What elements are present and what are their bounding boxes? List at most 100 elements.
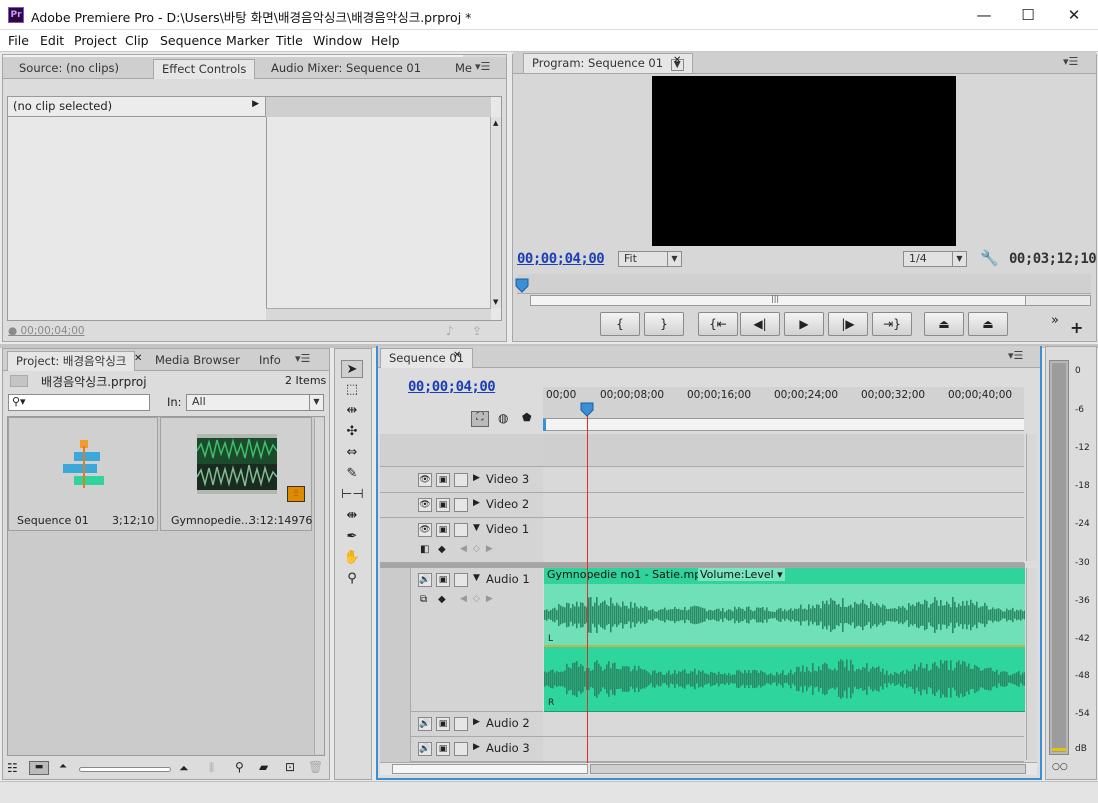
thumbnail-zoom-slider[interactable] [79,767,171,772]
minimize-button[interactable]: — [961,0,1007,30]
program-zoom-scrollbar[interactable]: ||| [530,294,1091,306]
step-forward-button[interactable]: |▶ [828,312,868,336]
lock-icon[interactable] [454,717,468,731]
timeline-current-timecode[interactable]: 00;00;04;00 [408,379,496,395]
tab-effect-controls[interactable]: Effect Controls [153,59,256,79]
eye-icon[interactable]: 👁 [418,473,432,487]
rolling-edit-tool-icon[interactable]: ✣ [341,423,363,441]
project-panel-menu-icon[interactable]: ▾☰ [295,352,310,365]
tab-info[interactable]: Info [251,351,289,371]
set-marker-icon[interactable]: ⬟ [522,411,532,424]
step-back-button[interactable]: ◀| [740,312,780,336]
find-icon[interactable]: ⚲ [235,760,244,774]
ec-timecode[interactable]: ● 00;00;04;00 [8,325,85,337]
expand-track-icon[interactable]: ▶ [473,742,480,752]
more-buttons-icon[interactable]: » [1051,313,1059,328]
waveform-display-icon[interactable]: ⧉ [420,594,427,605]
program-current-timecode[interactable]: 00;00;04;00 [517,251,605,267]
speaker-icon[interactable]: 🔊 [418,742,432,756]
track-audio3[interactable] [543,737,1024,762]
new-bin-icon[interactable]: ▰ [259,760,268,774]
slide-tool-icon[interactable]: ⇼ [341,507,363,525]
collapse-track-icon[interactable]: ▼ [473,523,480,533]
wrench-icon[interactable]: 🔧 [980,249,999,267]
eye-icon[interactable]: 👁 [418,498,432,512]
tab-project[interactable]: Project: 배경음악싱크 [7,351,136,371]
maximize-button[interactable]: ☐ [1005,0,1051,30]
menu-sequence[interactable]: Sequence [160,33,222,48]
eye-icon[interactable]: 👁 [418,523,432,537]
audio-tracks-scrollbar[interactable] [1026,568,1037,760]
slip-tool-icon[interactable]: ⊢⊣ [341,486,364,504]
lock-icon[interactable] [454,742,468,756]
lock-icon[interactable] [454,498,468,512]
ec-horizontal-scrollbar[interactable] [266,308,491,320]
close-tab-icon[interactable]: ✕ [673,55,681,66]
lock-icon[interactable] [454,523,468,537]
track-video1[interactable] [543,518,1024,563]
keyframe-icon[interactable]: ◆ [438,594,446,605]
menu-file[interactable]: File [8,33,29,48]
mark-in-button[interactable]: { [600,312,640,336]
program-playhead-icon[interactable] [515,278,529,296]
program-time-ruler[interactable] [517,274,1091,294]
zoom-tool-icon[interactable]: ⚲ [341,570,363,588]
speaker-icon[interactable]: 🔊 [418,717,432,731]
close-button[interactable]: ✕ [1051,0,1097,30]
expand-track-icon[interactable]: ▶ [473,498,480,508]
project-item-audio[interactable]: ⫶⫶ Gymnopedie... 3:12:14976 [160,417,312,531]
solo-buttons-icon[interactable]: ○○ [1052,762,1068,772]
tab-media-browser[interactable]: Media Browser [147,351,248,371]
selection-tool-icon[interactable]: ➤ [341,360,363,378]
list-view-icon[interactable]: ☷ [7,761,18,775]
new-item-icon[interactable]: ⊡ [285,760,295,774]
mark-out-button[interactable]: } [644,312,684,336]
speaker-icon[interactable]: 🔊 [418,573,432,587]
track-video3[interactable] [543,467,1024,493]
keyframe-icon[interactable]: ◆ [438,544,446,555]
keyframe-nav-icon[interactable]: ◀◇▶ [460,544,499,554]
collapse-track-icon[interactable]: ▼ [473,573,480,583]
menu-project[interactable]: Project [74,33,117,48]
hand-tool-icon[interactable]: ✋ [341,549,363,567]
close-tab-icon[interactable]: ✕ [453,350,461,361]
track-header-video1[interactable]: 👁 ▣ ▼ Video 1 ◧ ◆ ◀◇▶ [380,518,543,563]
menu-clip[interactable]: Clip [125,33,149,48]
track-header-video2[interactable]: 👁 ▣ ▶ Video 2 [380,493,543,518]
sync-icon[interactable]: ▣ [436,573,450,587]
track-select-tool-icon[interactable]: ⬚ [341,381,363,399]
menu-window[interactable]: Window [313,33,362,48]
razor-tool-icon[interactable]: ✎ [341,465,363,483]
menu-edit[interactable]: Edit [40,33,64,48]
snap-icon[interactable]: ⛶ [471,411,489,427]
track-header-video3[interactable]: 👁 ▣ ▶ Video 3 [380,467,543,493]
expand-track-icon[interactable]: ▶ [473,473,480,483]
project-bin-scrollbar[interactable] [314,418,324,754]
audio-only-icon[interactable]: ♪ [446,324,454,338]
film-icon[interactable]: ▣ [436,498,450,512]
lock-icon[interactable] [454,473,468,487]
video-tracks-scrollbar[interactable] [1026,434,1037,561]
work-area-bar[interactable] [543,419,1024,431]
tab-audio-mixer[interactable]: Audio Mixer: Sequence 01 [263,59,429,79]
zoom-out-icon[interactable]: ⏶ [59,761,67,772]
sync-icon[interactable]: ▣ [436,742,450,756]
extract-button[interactable]: ⏏ [968,312,1008,336]
sync-icon[interactable]: ▣ [436,717,450,731]
timeline-horizontal-scrollbar[interactable] [380,762,1037,775]
menu-help[interactable]: Help [371,33,400,48]
track-video2[interactable] [543,493,1024,518]
go-to-out-button[interactable]: ⇥} [872,312,912,336]
play-button[interactable]: ▶ [784,312,824,336]
set-encore-chapter-marker-icon[interactable]: ◍ [498,411,508,425]
icon-view-icon[interactable]: ▬ [29,761,49,775]
display-style-icon[interactable]: ◧ [420,544,429,555]
keyframe-nav-icon[interactable]: ◀◇▶ [460,594,499,604]
project-item-sequence[interactable]: Sequence 01 3;12;10 [8,417,158,531]
in-filter-dropdown[interactable]: All ▼ [186,394,324,411]
expand-arrow-icon[interactable]: ▶ [252,99,259,109]
timeline-panel-menu-icon[interactable]: ▾☰ [1008,349,1023,362]
tab-source[interactable]: Source: (no clips) [11,59,127,79]
lock-icon[interactable] [454,573,468,587]
program-panel-menu-icon[interactable]: ▾☰ [1063,55,1078,68]
